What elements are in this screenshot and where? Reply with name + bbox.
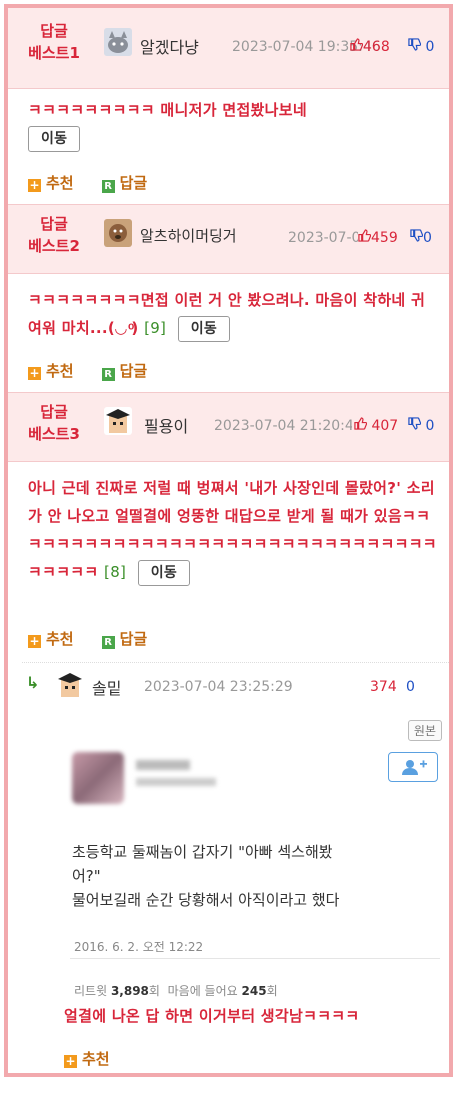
graduate-avatar-icon	[104, 407, 132, 435]
best-comment-header-2: 답글 베스트2 알츠하이머딩거 2023-07-04 19:57:28 459 …	[8, 205, 449, 274]
reply-button[interactable]: R 답글	[101, 628, 147, 649]
thumbs-down-icon	[408, 417, 421, 430]
thumbs-down-icon	[408, 38, 421, 51]
follow-button[interactable]	[388, 752, 438, 782]
recommend-button[interactable]: + 추천	[64, 1048, 110, 1069]
thumbs-up-icon	[358, 229, 371, 242]
nickname[interactable]: 솔밑	[92, 675, 121, 699]
best-badge-2: 답글 베스트2	[28, 215, 80, 255]
best-comment-header-3: 답글 베스트3 필용이 2023-07-04 21:20:44 407 0	[8, 393, 449, 462]
tweet-stats: 리트윗 3,898회 마음에 들어요 245회	[74, 984, 278, 998]
upvote-button[interactable]: 468	[350, 38, 390, 55]
comment-list: 답글 베스트1 알겠다냥 2023-07-04 19:35:46 468 0 ㅋ…	[4, 4, 453, 1077]
plus-icon: +	[28, 366, 41, 380]
reply-button[interactable]: R 답글	[101, 172, 147, 193]
downvote-button[interactable]: 0	[408, 417, 434, 434]
avatar[interactable]	[56, 671, 84, 699]
thumbs-down-icon	[410, 229, 423, 242]
avatar[interactable]	[104, 219, 132, 247]
thumbs-up-icon	[350, 38, 363, 51]
comment-date: 2023-07-04 19:57:28	[288, 230, 358, 246]
move-button[interactable]: 이동	[177, 315, 231, 342]
comment-date: 2023-07-04 23:25:29	[144, 679, 293, 695]
comment-actions: + 추천 R 답글	[28, 172, 175, 193]
upvote-count[interactable]: 374	[370, 679, 397, 695]
blurred-name	[136, 760, 190, 770]
graduate-avatar-icon	[56, 671, 84, 699]
plus-icon: +	[64, 1054, 77, 1068]
comment-body: 아니 근데 진짜로 저럴 때 벙쪄서 '내가 사장인데 몰랐어?' 소리가 안 …	[28, 474, 437, 586]
avatar[interactable]	[104, 28, 132, 56]
tweet-screenshot: 초등학교 둘째놈이 갑자기 "아빠 섹스해봤 어?" 물어보길래 순간 당황해서…	[62, 742, 442, 998]
upvote-button[interactable]: 407	[354, 417, 398, 434]
reply-count: [9]	[144, 319, 167, 337]
dog-avatar-icon	[104, 219, 132, 247]
nickname[interactable]: 알겠다냥	[140, 34, 199, 58]
best-badge-1: 답글 베스트1	[28, 22, 80, 62]
reply-button[interactable]: R 답글	[101, 360, 147, 381]
recommend-button[interactable]: + 추천	[28, 172, 74, 193]
nickname[interactable]: 필용이	[144, 413, 188, 437]
move-button[interactable]: 이동	[137, 559, 191, 586]
comment-body: ㅋㅋㅋㅋㅋㅋㅋㅋㅋ 매니저가 면접봤나보네 이동	[28, 96, 437, 152]
follow-user-icon	[402, 760, 427, 775]
best-badge-3: 답글 베스트3	[28, 403, 80, 443]
comment-date: 2023-07-04 21:20:44	[214, 418, 352, 434]
reply-r-icon: R	[101, 368, 115, 381]
plus-icon: +	[28, 178, 41, 192]
embedded-image: 원본 초등학교 둘째놈이 갑자기 "아빠 섹스해봤 어?" 물어보길래 순간 당…	[62, 720, 448, 998]
divider	[70, 958, 440, 959]
tweet-date: 2016. 6. 2. 오전 12:22	[74, 940, 204, 954]
comment-body: ㅋㅋㅋㅋㅋㅋㅋㅋ면접 이런 거 안 봤으려나. 마음이 착하네 귀여워 마치..…	[28, 286, 437, 342]
recommend-button[interactable]: + 추천	[28, 628, 74, 649]
downvote-count[interactable]: 0	[406, 679, 415, 695]
recommend-button[interactable]: + 추천	[28, 360, 74, 381]
comment-actions: + 추천 R 답글	[28, 360, 175, 381]
comment-actions: + 추천 R 답글	[28, 628, 175, 649]
best-comment-header-1: 답글 베스트1 알겠다냥 2023-07-04 19:35:46 468 0	[8, 8, 449, 89]
upvote-button[interactable]: 459	[358, 229, 398, 246]
cat-avatar-icon	[104, 28, 132, 56]
downvote-button[interactable]: 0	[410, 229, 432, 246]
blurred-avatar	[72, 752, 124, 804]
blurred-handle	[136, 778, 216, 786]
move-button[interactable]: 이동	[28, 125, 81, 152]
plus-icon: +	[28, 634, 41, 648]
downvote-button[interactable]: 0	[408, 38, 434, 55]
avatar[interactable]	[104, 407, 132, 435]
reply-count: [8]	[104, 563, 127, 581]
nickname[interactable]: 알츠하이머딩거	[140, 225, 237, 246]
reply-r-icon: R	[101, 636, 115, 649]
comment-actions: + 추천	[64, 1048, 138, 1069]
tweet-text: 초등학교 둘째놈이 갑자기 "아빠 섹스해봤 어?" 물어보길래 순간 당황해서…	[72, 843, 340, 909]
thumbs-up-icon	[354, 417, 367, 430]
reply-r-icon: R	[101, 180, 115, 193]
original-image-button[interactable]: 원본	[407, 720, 442, 741]
comment-body: 얼결에 나온 답 하면 이거부터 생각남ㅋㅋㅋㅋ	[64, 1007, 360, 1025]
reply-arrow-icon: ↳	[26, 673, 40, 692]
